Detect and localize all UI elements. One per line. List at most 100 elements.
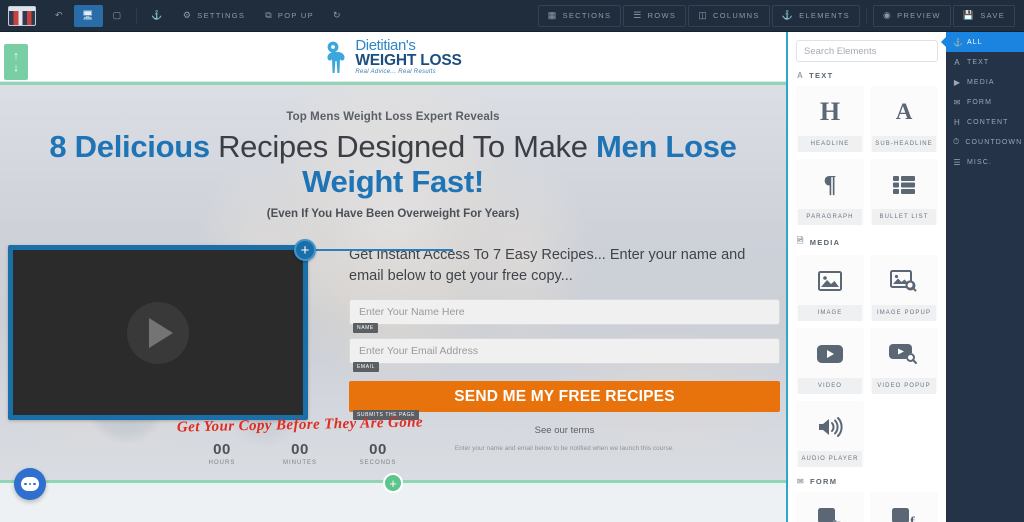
section-move-handle[interactable]: ↑ ↓ <box>4 44 28 80</box>
category-item-text[interactable]: A Text <box>946 52 1024 72</box>
element-tile-bullet-list[interactable]: Bullet List <box>867 157 941 230</box>
category-label: Text <box>967 58 990 66</box>
countdown-unit-seconds: 00 SECONDS <box>355 441 401 466</box>
app-logo-icon[interactable] <box>8 5 36 26</box>
preview-button[interactable]: ◉ Preview <box>872 4 951 27</box>
misc-icon: ☰ <box>953 157 962 167</box>
element-tile-video[interactable]: Video <box>793 326 867 399</box>
arrow-down-icon[interactable]: ↓ <box>13 62 19 74</box>
element-tile-headline[interactable]: H Headline <box>793 84 867 157</box>
search-input[interactable] <box>796 40 938 62</box>
anchor-button[interactable]: ⚓ <box>143 5 172 27</box>
svg-text:f: f <box>910 515 915 522</box>
play-icon[interactable] <box>127 301 189 364</box>
video-icon <box>798 338 862 370</box>
category-item-media[interactable]: ▶ Media <box>946 72 1024 92</box>
brand-tagline: Real Advice... Real Results <box>355 69 436 76</box>
arrow-up-icon[interactable]: ↑ <box>13 50 19 62</box>
history-button[interactable]: ↻ <box>325 5 350 27</box>
group-header-form: ✉ Form <box>788 472 946 490</box>
group-title-text: Text <box>809 71 834 80</box>
element-tile-sub-headline[interactable]: A Sub-Headline <box>867 84 941 157</box>
save-button[interactable]: 💾 Save <box>952 4 1015 27</box>
chat-dots <box>21 477 39 491</box>
dietitian-figure-icon <box>324 40 350 74</box>
popup-icon: ⧉ <box>265 10 273 20</box>
tile-label: Sub-Headline <box>872 136 936 152</box>
page-canvas[interactable]: Dietitian's WEIGHT LOSS Real Advice... R… <box>0 32 786 522</box>
paragraph-icon: ¶ <box>823 171 837 198</box>
name-field-tag: NAME <box>353 323 378 334</box>
submit-button[interactable]: SEND ME MY FREE RECIPES <box>349 381 780 413</box>
headline-icon: H <box>819 97 841 126</box>
email-input[interactable] <box>349 338 780 365</box>
save-label: Save <box>980 11 1005 20</box>
name-input[interactable] <box>349 299 780 326</box>
video-player[interactable]: + <box>8 239 453 421</box>
rows-button[interactable]: ☰ Rows <box>623 4 687 27</box>
elements-button[interactable]: ⚓ Elements <box>771 4 860 27</box>
columns-label: Columns <box>713 11 760 20</box>
sections-icon: ▦ <box>547 10 558 20</box>
undo-button[interactable]: ↶ <box>47 5 72 27</box>
sections-button[interactable]: ▦ Sections <box>537 4 622 27</box>
countdown-unit-minutes: 00 MINUTES <box>277 441 323 466</box>
hero-section[interactable]: Top Mens Weight Loss Expert Reveals 8 De… <box>0 85 786 480</box>
search-wrap <box>788 32 946 66</box>
form-icon: ✉ <box>797 477 806 486</box>
countdown-block[interactable]: Get Your Copy Before They Are Gone 00 HO… <box>150 414 450 466</box>
preview-label: Preview <box>897 11 941 20</box>
gear-icon: ⚙ <box>182 10 193 20</box>
element-tile-audio-player[interactable]: Audio Player <box>793 399 867 472</box>
settings-button[interactable]: ⚙ Settings <box>174 5 254 27</box>
tile-label: Bullet List <box>872 209 936 225</box>
category-item-countdown[interactable]: ⏱ Countdown <box>946 132 1024 152</box>
history-icon: ↻ <box>332 10 342 20</box>
cta-wrap: SEND ME MY FREE RECIPES SUBMITS THE PAGE <box>349 364 780 421</box>
headline-highlight-1: 8 Delicious <box>49 129 210 164</box>
rows-label: Rows <box>647 11 677 20</box>
toolbar-left-group: ↶ 🖥 ▢ ⚓ ⚙ Settings ⧉ Pop Up ↻ <box>0 0 351 32</box>
desktop-icon: 🖥 <box>81 10 95 20</box>
add-element-button[interactable]: + <box>294 239 316 262</box>
group-grid-form: Button f Facebook Optin A <box>788 490 946 522</box>
site-logo-bar[interactable]: Dietitian's WEIGHT LOSS Real Advice... R… <box>0 32 786 82</box>
countdown-unit-hours: 00 HOURS <box>199 441 245 466</box>
category-item-all[interactable]: ⚓ All <box>941 32 1024 52</box>
toolbar-right-group: ▦ Sections ☰ Rows ◫ Columns ⚓ Elements ◉… <box>537 0 1024 32</box>
popup-button[interactable]: ⧉ Pop Up <box>256 5 323 27</box>
add-section-button[interactable]: + <box>383 473 403 493</box>
optin-heading[interactable]: Get Instant Access To 7 Easy Recipes... … <box>349 245 780 286</box>
element-tile-facebook-optin[interactable]: f Facebook Optin <box>867 490 941 522</box>
element-tile-button[interactable]: Button <box>793 490 867 522</box>
category-item-form[interactable]: ✉ Form <box>946 92 1024 112</box>
chat-bubble-icon[interactable] <box>14 468 46 500</box>
tile-label: Paragraph <box>798 209 862 225</box>
mobile-view-button[interactable]: ▢ <box>105 5 131 27</box>
element-tile-video-popup[interactable]: Video Popup <box>867 326 941 399</box>
columns-button[interactable]: ◫ Columns <box>688 4 770 27</box>
category-label: Content <box>967 118 1009 126</box>
category-item-misc[interactable]: ☰ Misc. <box>946 152 1024 172</box>
category-label: Countdown <box>965 138 1023 146</box>
element-tile-image[interactable]: Image <box>793 253 867 326</box>
category-item-content[interactable]: H Content <box>946 112 1024 132</box>
element-tile-image-popup[interactable]: Image Popup <box>867 253 941 326</box>
bullet-list-icon <box>872 169 936 201</box>
rows-icon: ☰ <box>633 10 643 20</box>
elements-label: Elements <box>799 11 850 20</box>
group-grid-text: H Headline A Sub-Headline ¶ Paragraph <box>788 84 946 230</box>
button-icon <box>798 502 862 522</box>
all-icon: ⚓ <box>953 37 965 47</box>
next-section-band[interactable]: + <box>0 473 786 522</box>
content-icon: H <box>954 117 961 127</box>
hero-headline[interactable]: 8 Delicious Recipes Designed To Make Men… <box>0 129 786 199</box>
tile-label: Video <box>798 378 862 394</box>
desktop-view-button[interactable]: 🖥 <box>73 4 103 27</box>
form-icon: ✉ <box>953 97 962 107</box>
tile-label: Image <box>798 305 862 321</box>
category-nav: ⚓ All A Text ▶ Media ✉ Form H Content ⏱ … <box>941 32 1024 522</box>
image-icon <box>798 265 862 297</box>
element-tile-paragraph[interactable]: ¶ Paragraph <box>793 157 867 230</box>
headline-mid: Recipes Designed To Make <box>209 129 597 164</box>
